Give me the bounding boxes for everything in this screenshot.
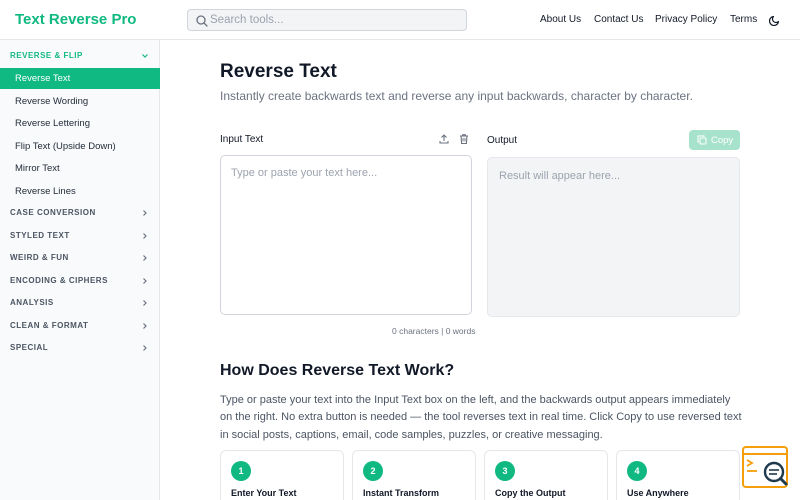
category-special[interactable]: SPECIAL xyxy=(0,338,160,358)
category-clean-format[interactable]: CLEAN & FORMAT xyxy=(0,316,160,336)
category-label: ANALYSIS xyxy=(10,298,54,307)
category-case-conversion[interactable]: CASE CONVERSION xyxy=(0,203,160,223)
output-box[interactable]: Result will appear here... xyxy=(487,157,740,317)
step-card: 2 Instant Transform xyxy=(352,450,476,500)
input-label: Input Text xyxy=(220,134,264,145)
copy-icon xyxy=(697,135,707,145)
step-card: 3 Copy the Output xyxy=(484,450,608,500)
category-label: SPECIAL xyxy=(10,343,49,352)
category-label: CLEAN & FORMAT xyxy=(10,321,89,330)
copy-button-label: Copy xyxy=(711,135,734,146)
input-textarea[interactable] xyxy=(220,155,472,315)
nav-privacy-policy[interactable]: Privacy Policy xyxy=(655,14,717,25)
step-number: 4 xyxy=(627,461,647,481)
sidebar: REVERSE & FLIP Reverse Text Reverse Word… xyxy=(0,40,160,500)
page-subtitle: Instantly create backwards text and reve… xyxy=(220,89,693,103)
step-number: 2 xyxy=(363,461,383,481)
how-it-works-heading: How Does Reverse Text Work? xyxy=(220,362,455,379)
step-card: 1 Enter Your Text xyxy=(220,450,344,500)
sidebar-item-label: Reverse Lines xyxy=(15,186,76,197)
category-label: CASE CONVERSION xyxy=(10,208,96,217)
category-encoding-ciphers[interactable]: ENCODING & CIPHERS xyxy=(0,271,160,291)
step-card: 4 Use Anywhere xyxy=(616,450,740,500)
chevron-right-icon xyxy=(143,255,147,261)
chevron-right-icon xyxy=(143,210,147,216)
chevron-right-icon xyxy=(143,323,147,329)
chevron-right-icon xyxy=(143,345,147,351)
sidebar-item-reverse-text[interactable]: Reverse Text xyxy=(0,68,160,89)
sidebar-item-label: Mirror Text xyxy=(15,163,60,174)
output-label: Output xyxy=(487,135,518,146)
step-title: Enter Your Text xyxy=(231,488,297,498)
nav-contact-us[interactable]: Contact Us xyxy=(594,14,643,25)
chevron-right-icon xyxy=(143,233,147,239)
moon-icon[interactable] xyxy=(769,14,781,26)
category-label: ENCODING & CIPHERS xyxy=(10,276,108,285)
page-title: Reverse Text xyxy=(220,61,337,82)
category-weird-fun[interactable]: WEIRD & FUN xyxy=(0,248,160,268)
sidebar-item-reverse-lettering[interactable]: Reverse Lettering xyxy=(0,113,160,134)
sidebar-item-mirror-text[interactable]: Mirror Text xyxy=(0,158,160,179)
sidebar-item-reverse-lines[interactable]: Reverse Lines xyxy=(0,181,160,202)
category-label: STYLED TEXT xyxy=(10,231,70,240)
copy-button[interactable]: Copy xyxy=(689,130,740,150)
how-it-works-text: Type or paste your text into the Input T… xyxy=(220,394,742,441)
step-title: Use Anywhere xyxy=(627,488,689,498)
chevron-right-icon xyxy=(143,300,147,306)
output-placeholder: Result will appear here... xyxy=(499,170,621,182)
sidebar-item-label: Reverse Wording xyxy=(15,96,89,107)
chevron-right-icon xyxy=(143,278,147,284)
category-label: WEIRD & FUN xyxy=(10,253,69,262)
step-number: 1 xyxy=(231,461,251,481)
sidebar-item-label: Flip Text (Upside Down) xyxy=(15,141,116,152)
nav-about-us[interactable]: About Us xyxy=(540,14,581,25)
character-word-counter: 0 characters | 0 words xyxy=(392,326,476,336)
step-title: Copy the Output xyxy=(495,488,566,498)
step-title: Instant Transform xyxy=(363,488,440,498)
search-box[interactable] xyxy=(187,9,467,31)
site-logo[interactable]: Text Reverse Pro xyxy=(15,11,136,28)
step-number: 3 xyxy=(495,461,515,481)
category-reverse-flip[interactable]: REVERSE & FLIP xyxy=(0,46,160,66)
sidebar-item-reverse-wording[interactable]: Reverse Wording xyxy=(0,91,160,112)
trash-icon[interactable] xyxy=(458,133,470,145)
search-input[interactable] xyxy=(210,10,460,30)
magnifier-widget-icon[interactable] xyxy=(741,445,789,489)
top-header: Text Reverse Pro About Us Contact Us Pri… xyxy=(0,0,800,40)
category-analysis[interactable]: ANALYSIS xyxy=(0,293,160,313)
sidebar-item-flip-text[interactable]: Flip Text (Upside Down) xyxy=(0,136,160,157)
chevron-down-icon xyxy=(142,54,148,58)
upload-icon[interactable] xyxy=(438,133,450,145)
category-styled-text[interactable]: STYLED TEXT xyxy=(0,226,160,246)
category-label: REVERSE & FLIP xyxy=(10,51,83,60)
sidebar-item-label: Reverse Text xyxy=(15,73,71,84)
sidebar-item-label: Reverse Lettering xyxy=(15,118,90,129)
nav-terms[interactable]: Terms xyxy=(730,14,757,25)
search-icon xyxy=(196,15,208,27)
